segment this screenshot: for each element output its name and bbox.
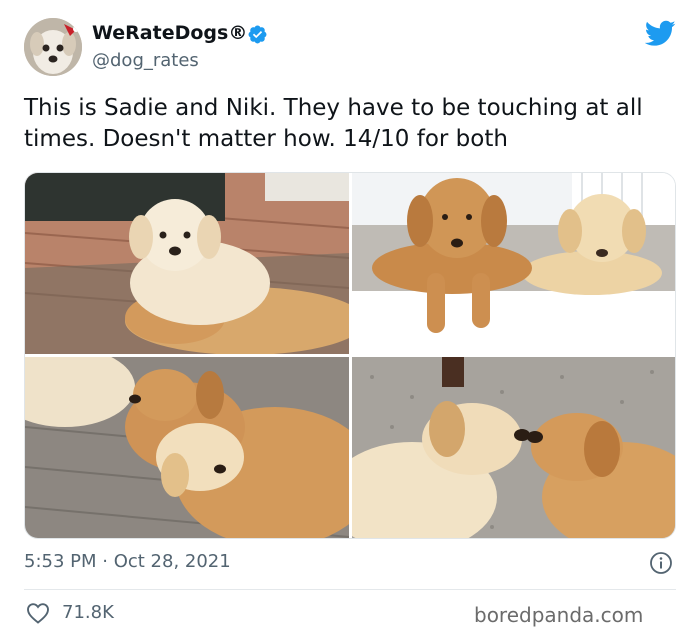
tweet-timestamp[interactable]: 5:53 PM · Oct 28, 2021 — [24, 551, 231, 572]
dog-avatar-icon — [24, 18, 82, 76]
avatar[interactable] — [24, 18, 82, 76]
info-icon[interactable] — [649, 551, 673, 575]
media-grid — [24, 172, 676, 539]
boredpanda-watermark: boredpanda.com — [474, 603, 644, 627]
tweet-text: This is Sadie and Niki. They have to be … — [24, 95, 643, 152]
display-name[interactable]: WeRateDogs® — [92, 22, 247, 44]
puppies-nose-to-nose-photo[interactable] — [352, 357, 675, 538]
puppies-sleeping-photo[interactable] — [25, 357, 349, 538]
twitter-bird-icon[interactable] — [645, 20, 676, 47]
divider — [24, 589, 676, 590]
verified-badge-icon — [248, 25, 267, 44]
user-handle[interactable]: @dog_rates — [92, 50, 199, 71]
like-count: 71.8K — [62, 602, 114, 623]
two-puppies-on-step-photo[interactable] — [352, 173, 675, 354]
two-puppies-on-deck-photo[interactable] — [25, 173, 349, 354]
heart-icon[interactable] — [26, 602, 50, 624]
